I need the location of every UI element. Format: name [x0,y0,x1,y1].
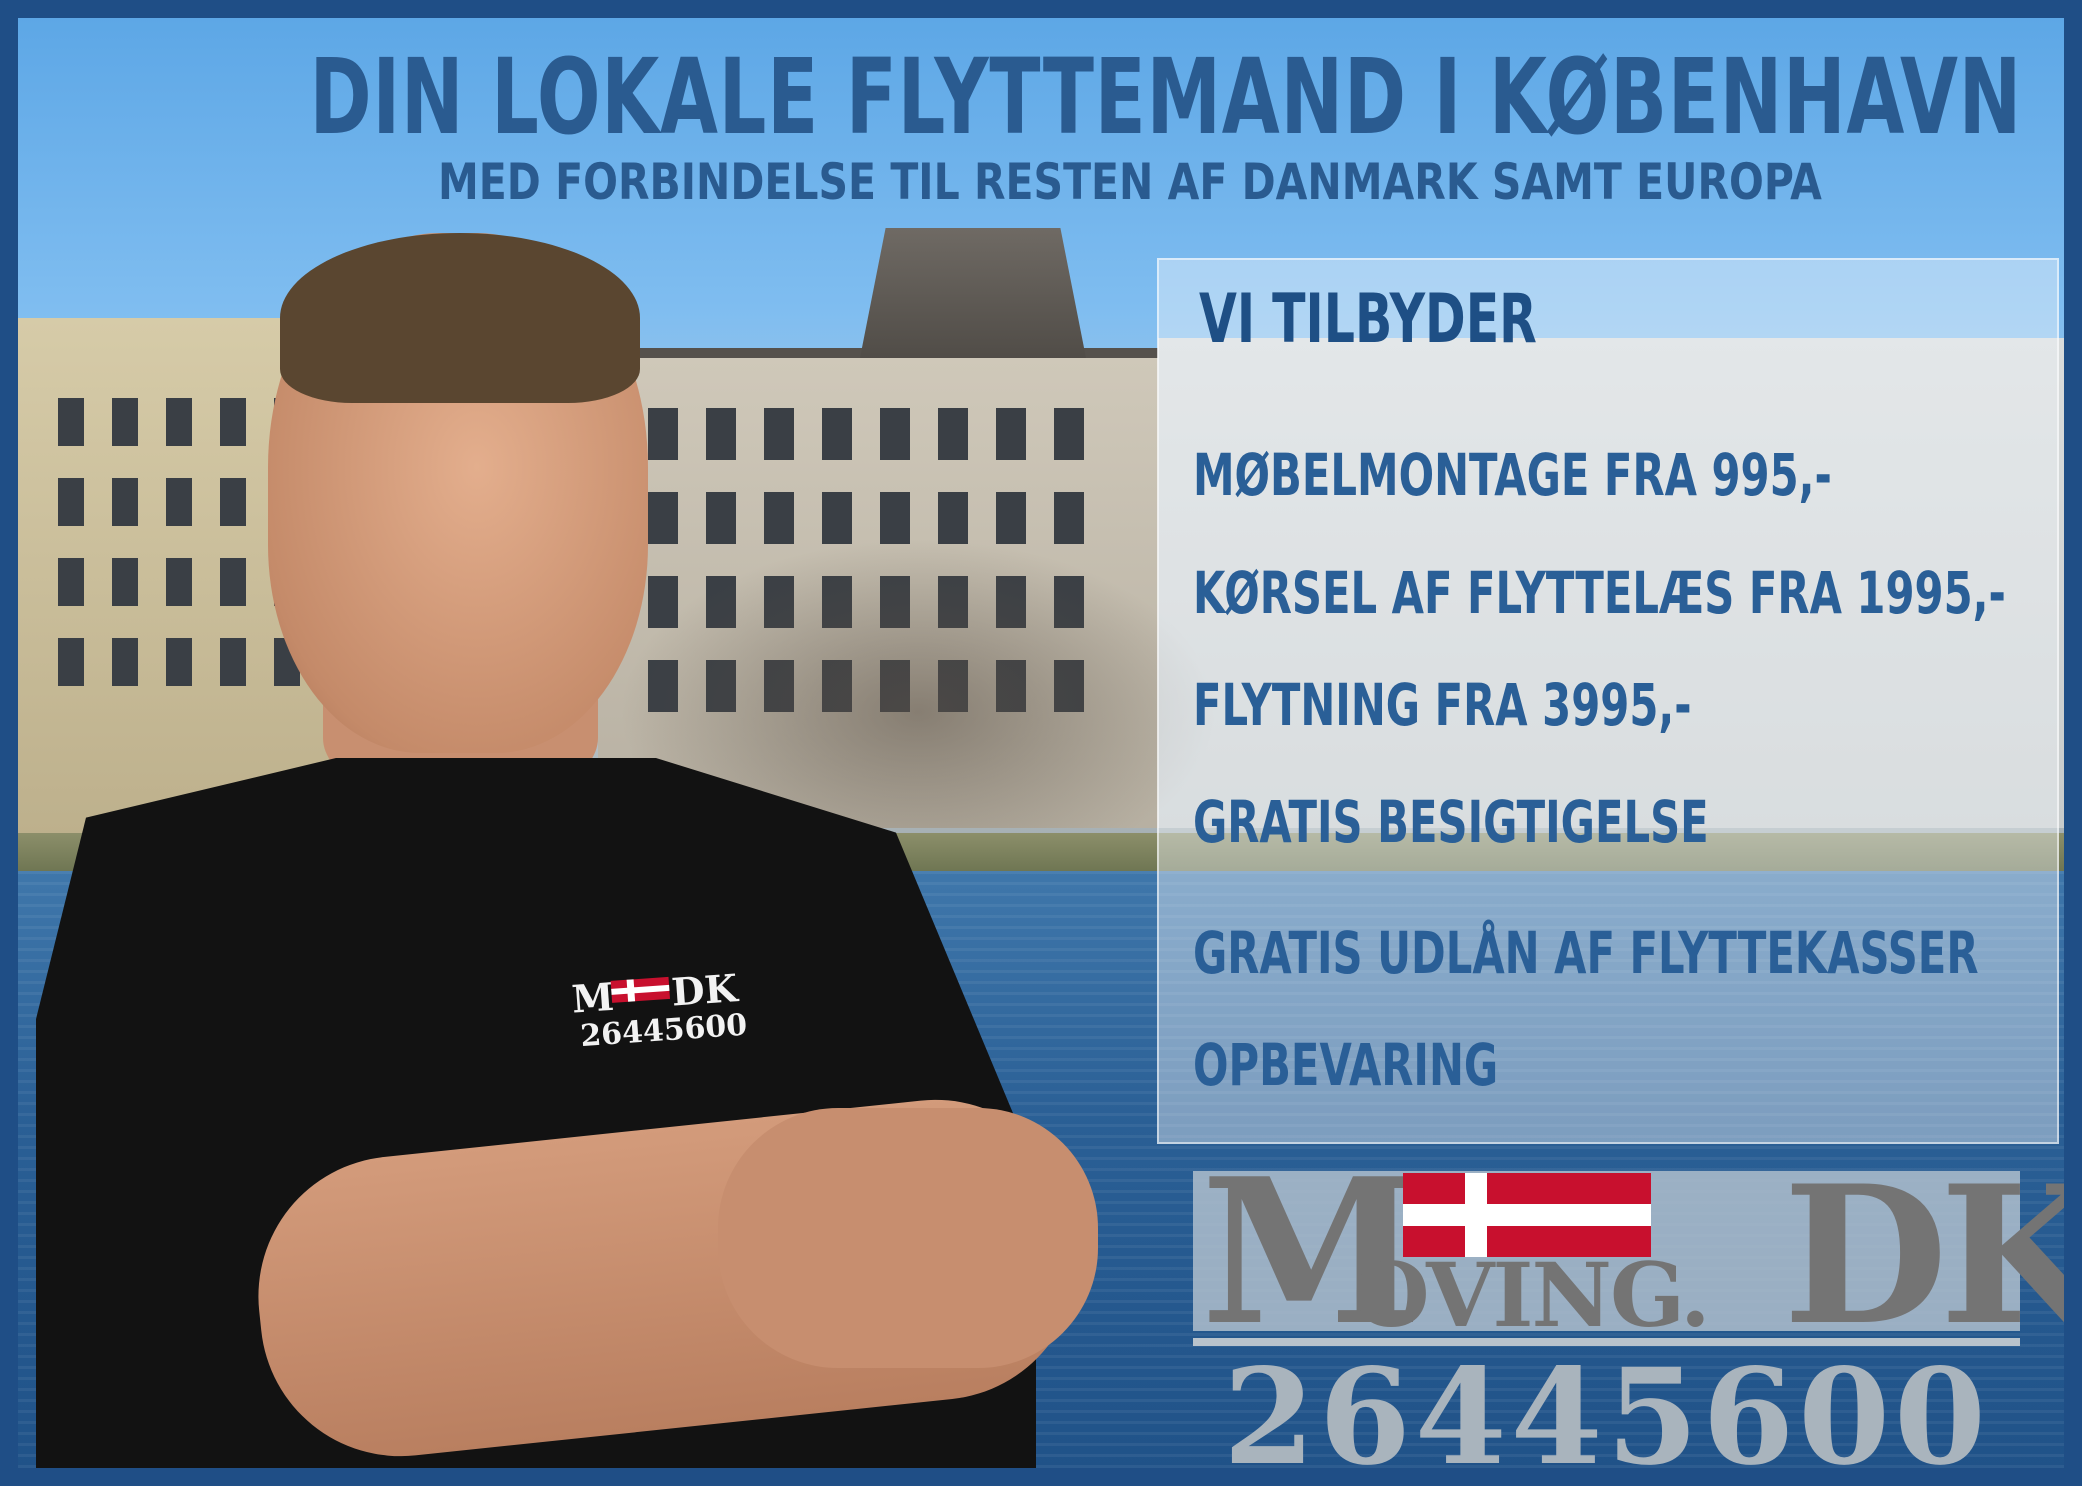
offer-item-free-boxes: GRATIS UDLÅN AF FLYTTEKASSER [1193,919,1979,987]
flag-cross-horizontal [1403,1204,1651,1226]
logo-letters-dk: DK [1783,1144,2082,1367]
danish-flag-icon [610,976,671,1003]
offer-item-moving-load: KØRSEL AF FLYTTELÆS FRA 1995,- [1193,559,2006,627]
offer-panel: VI TILBYDER MØBELMONTAGE FRA 995,- KØRSE… [1157,258,2059,1144]
headline-title: DIN LOKALE FLYTTEMAND I KØBENHAVN [309,36,2023,158]
moving-dk-logo: M OVING. DK [1193,1153,2064,1353]
man-forearm [718,1108,1098,1368]
offer-item-furniture-assembly: MØBELMONTAGE FRA 995,- [1193,441,1832,509]
shirt-logo-dk: DK [669,965,739,1015]
building-windows-left [58,398,300,686]
background-building-tower [858,228,1088,368]
headline: DIN LOKALE FLYTTEMAND I KØBENHAVN [18,36,2064,158]
offer-item-moving: FLYTNING FRA 3995,- [1193,671,1692,739]
poster: M DK 26445600 DIN LOKALE FLYTTEMAND I KØ… [0,0,2082,1486]
shirt-logo: M DK 26445600 [570,965,765,1059]
shirt-logo-m: M [570,973,616,1022]
phone-number: 26445600 [1223,1340,1990,1486]
logo-letters-oving: OVING. [1353,1243,1711,1347]
man-hair [280,233,640,403]
offer-item-storage: OPBEVARING [1193,1031,1499,1099]
offer-item-free-inspection: GRATIS BESIGTIGELSE [1193,788,1709,856]
danish-flag-icon [1403,1173,1651,1257]
headline-subtitle: MED FORBINDELSE TIL RESTEN AF DANMARK SA… [438,153,1822,211]
offer-title: VI TILBYDER [1199,280,1537,359]
